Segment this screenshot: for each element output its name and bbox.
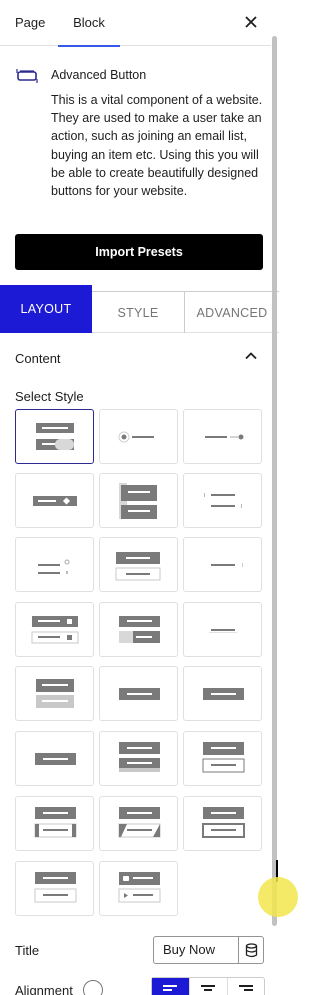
style-option-20[interactable] xyxy=(99,796,178,851)
style-option-15[interactable] xyxy=(183,666,262,721)
tab-advanced[interactable]: ADVANCED xyxy=(185,291,279,333)
database-icon[interactable] xyxy=(238,936,264,964)
align-left-button[interactable] xyxy=(152,978,189,995)
style-option-14[interactable] xyxy=(99,666,178,721)
style-option-2[interactable] xyxy=(99,409,178,464)
style-option-18[interactable] xyxy=(183,731,262,786)
style-option-13[interactable] xyxy=(15,666,94,721)
sidebar-header: Page Block xyxy=(0,0,271,47)
content-panel-title[interactable]: Content xyxy=(15,351,61,366)
style-option-1[interactable] xyxy=(15,409,94,464)
scrollbar-thumb[interactable] xyxy=(272,36,277,926)
title-label: Title xyxy=(15,943,40,958)
style-option-11[interactable] xyxy=(99,602,178,657)
style-option-12[interactable] xyxy=(183,602,262,657)
style-option-9[interactable] xyxy=(183,537,262,592)
import-presets-button[interactable]: Import Presets xyxy=(15,234,263,270)
alignment-control xyxy=(151,977,265,995)
title-input[interactable]: Buy Now xyxy=(153,936,239,964)
style-option-17[interactable] xyxy=(99,731,178,786)
tab-layout[interactable]: LAYOUT xyxy=(0,285,92,333)
panel-tabs: LAYOUT STYLE ADVANCED xyxy=(0,285,279,333)
style-option-19[interactable] xyxy=(15,796,94,851)
tab-style[interactable]: STYLE xyxy=(92,291,185,333)
style-option-21[interactable] xyxy=(183,796,262,851)
button-icon xyxy=(16,68,38,84)
chevron-up-icon[interactable] xyxy=(244,349,258,363)
cursor-highlight xyxy=(258,877,298,917)
style-option-7[interactable] xyxy=(15,537,94,592)
style-option-6[interactable] xyxy=(183,473,262,528)
block-title: Advanced Button xyxy=(51,68,147,82)
close-icon[interactable] xyxy=(241,12,261,32)
tab-block[interactable]: Block xyxy=(58,0,120,47)
style-option-8[interactable] xyxy=(99,537,178,592)
align-right-button[interactable] xyxy=(227,978,264,995)
align-center-button[interactable] xyxy=(189,978,226,995)
style-option-16[interactable] xyxy=(15,731,94,786)
block-description: This is a vital component of a website. … xyxy=(51,93,263,199)
style-option-4[interactable] xyxy=(15,473,94,528)
device-icon[interactable] xyxy=(83,980,103,995)
style-option-23[interactable] xyxy=(99,861,178,916)
select-style-label: Select Style xyxy=(15,389,84,404)
style-option-10[interactable] xyxy=(15,602,94,657)
style-option-22[interactable] xyxy=(15,861,94,916)
alignment-label: Alignment xyxy=(15,983,73,995)
style-option-5[interactable] xyxy=(99,473,178,528)
tab-page[interactable]: Page xyxy=(15,0,45,46)
style-option-3[interactable] xyxy=(183,409,262,464)
